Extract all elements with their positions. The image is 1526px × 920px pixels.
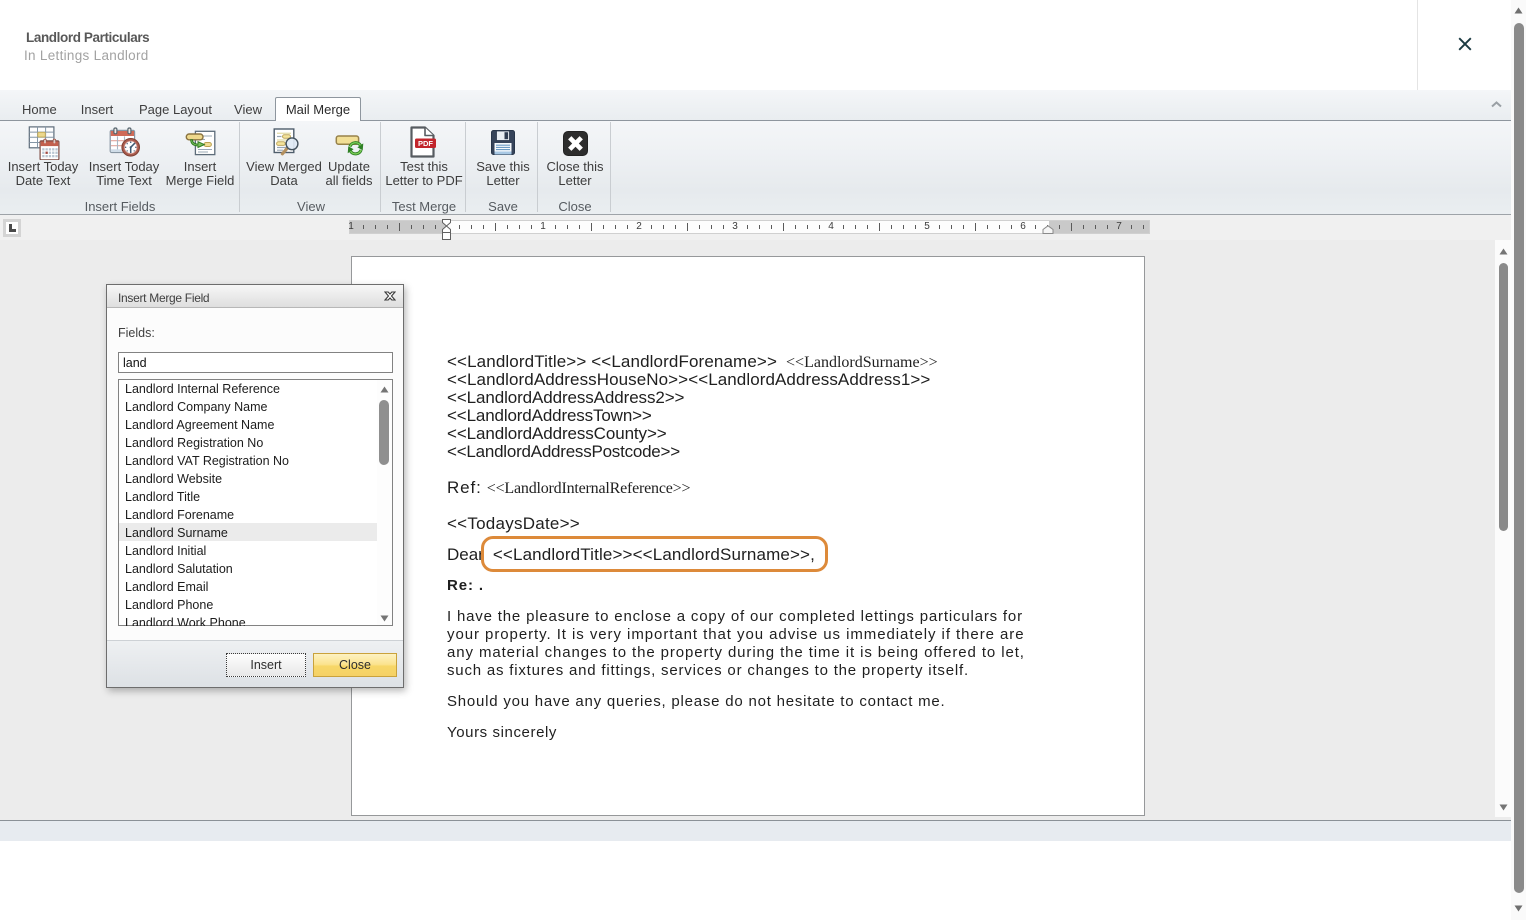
svg-text:PDF: PDF xyxy=(418,139,433,148)
